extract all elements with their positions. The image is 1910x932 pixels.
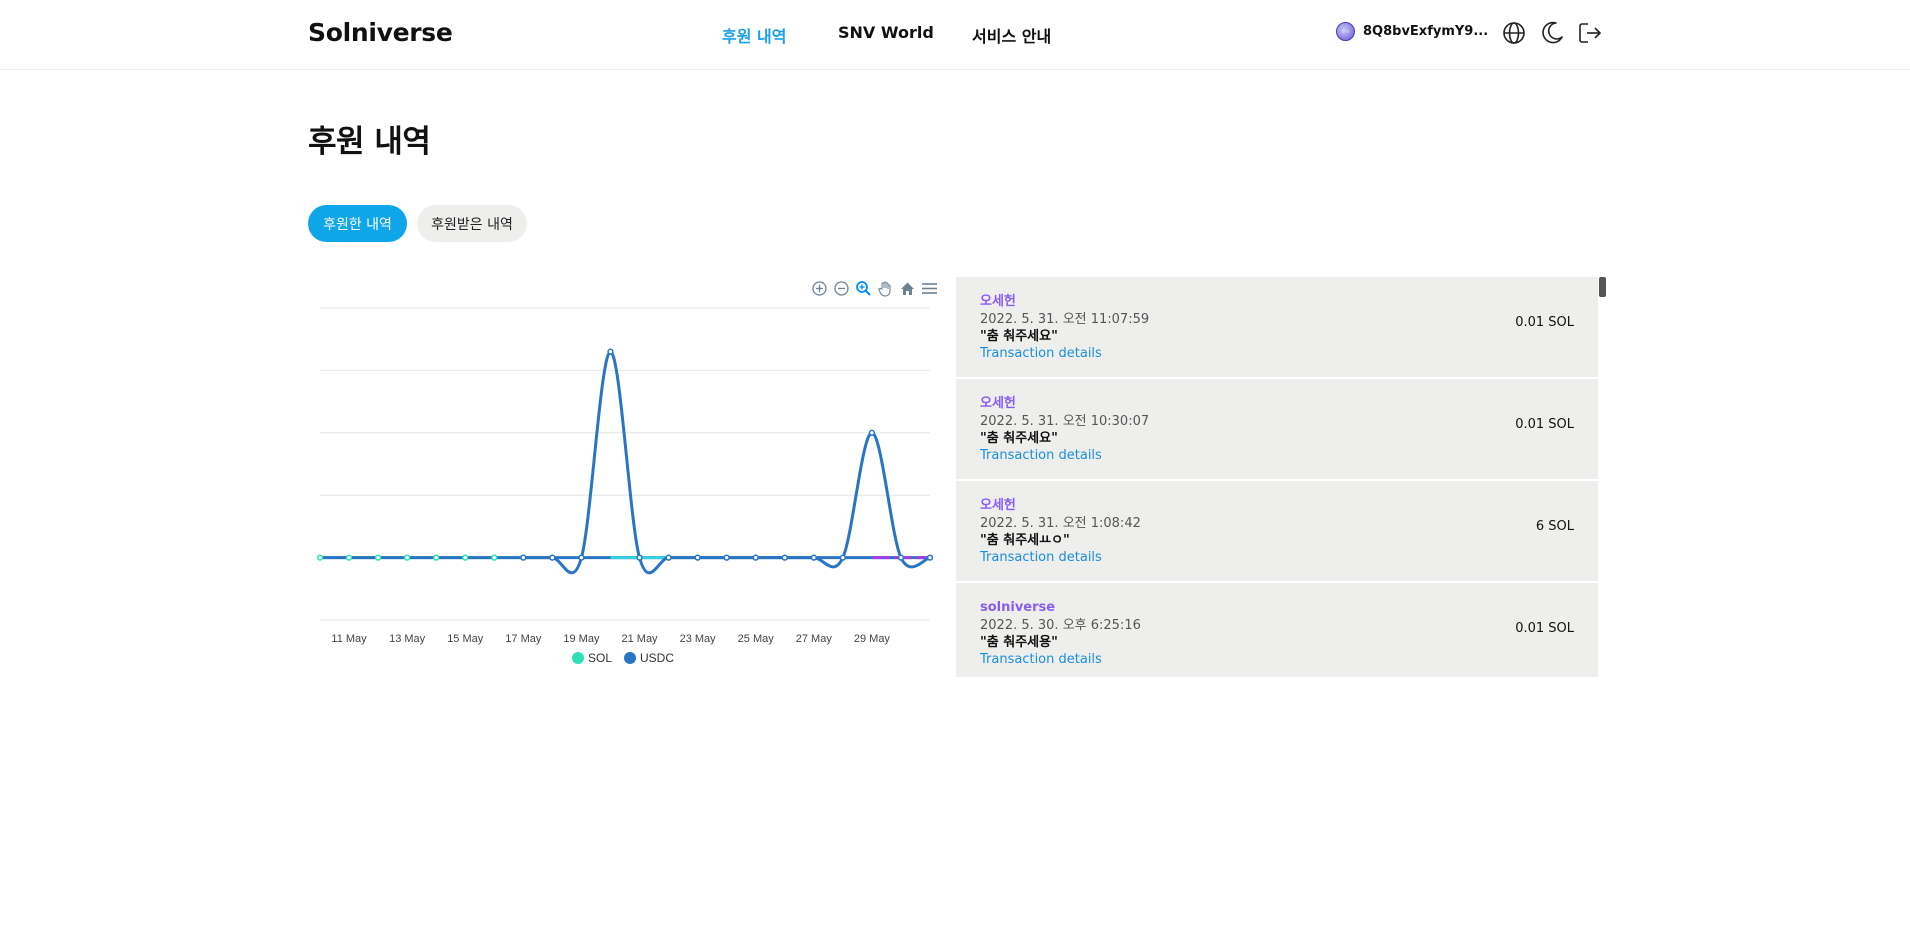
donation-date: 2022. 5. 31. 오전 11:07:59 [980, 312, 1150, 327]
data-point [723, 554, 730, 561]
transaction-details-link[interactable]: Transaction details [980, 345, 1574, 362]
legend-item-usdc[interactable]: USDC [624, 651, 674, 665]
donation-list: 오세헌 2022. 5. 31. 오전 11:07:59 "춤 춰주세요" Tr… [956, 277, 1598, 677]
data-point [665, 554, 672, 561]
legend-item-sol[interactable]: SOL [571, 651, 612, 665]
x-tick-label: 27 May [796, 633, 833, 645]
transaction-details-link[interactable]: Transaction details [980, 549, 1574, 566]
legend-label-sol: SOL [587, 651, 612, 665]
donor-name: solniverse [980, 600, 1056, 615]
data-point [433, 554, 440, 561]
nav-snv-world[interactable]: SNV World [838, 23, 934, 42]
donation-chart: 11 May 13 May 15 May 17 May 19 May 21 May 23 M… [308, 272, 938, 672]
data-point [810, 554, 817, 561]
tab-received-donations[interactable]: 후원받은 내역 [417, 205, 527, 242]
list-scrollbar[interactable] [1599, 277, 1606, 297]
data-point [374, 554, 382, 561]
data-point [926, 554, 934, 561]
data-point [781, 554, 788, 561]
wallet-avatar-icon: ◦◦ [1336, 22, 1355, 41]
data-point [897, 554, 905, 561]
data-point [491, 554, 498, 561]
moon-icon[interactable] [1538, 19, 1566, 47]
x-tick-label: 13 May [389, 633, 426, 645]
x-tick-label: 15 May [447, 633, 484, 645]
series-line-usdc [320, 350, 931, 575]
legend-label-usdc: USDC [640, 651, 675, 665]
x-tick-label: 29 May [854, 633, 891, 645]
donation-amount: 0.01 SOL [1515, 621, 1574, 636]
top-header: Solniverse 후원 내역 SNV World 서비스 안내 ◦◦ 8Q8… [0, 0, 1910, 70]
donation-message: "춤 춰주세용" [980, 635, 1058, 650]
list-item: 오세헌 2022. 5. 31. 오전 10:30:07 "춤 춰주세요" Tr… [956, 379, 1598, 481]
data-point [520, 554, 527, 561]
data-point [462, 554, 469, 561]
donation-message: "춤 춰주세요" [980, 431, 1058, 446]
donation-date: 2022. 5. 31. 오전 1:08:42 [980, 516, 1141, 531]
x-tick-label: 11 May [331, 633, 367, 645]
donation-message: "춤 춰주세요" [980, 329, 1058, 344]
logo[interactable]: Solniverse [308, 18, 453, 47]
legend-swatch-sol [571, 652, 584, 664]
donation-date: 2022. 5. 31. 오전 10:30:07 [980, 414, 1150, 429]
data-point [549, 554, 556, 561]
globe-icon[interactable] [1500, 19, 1528, 47]
list-item: 오세헌 2022. 5. 31. 오전 11:07:59 "춤 춰주세요" Tr… [956, 277, 1598, 379]
nav-service-info[interactable]: 서비스 안내 [972, 23, 1051, 47]
data-point [694, 554, 701, 561]
data-point [752, 554, 759, 561]
x-tick-label: 23 May [680, 633, 717, 645]
x-tick-label: 21 May [621, 633, 658, 645]
list-item: 오세헌 2022. 5. 31. 오전 1:08:42 "춤 춰주세ㅛㅇ" Tr… [956, 481, 1598, 583]
data-point [316, 554, 324, 561]
transaction-details-link[interactable]: Transaction details [980, 447, 1574, 464]
legend-swatch-usdc [624, 652, 636, 664]
donor-name: 오세헌 [980, 498, 1016, 513]
data-point [868, 429, 876, 436]
chart-legend: SOL USDC [308, 651, 938, 665]
page-title: 후원 내역 [308, 124, 431, 160]
donation-amount: 0.01 SOL [1515, 315, 1574, 330]
donation-amount: 6 SOL [1535, 519, 1574, 534]
donor-name: 오세헌 [980, 294, 1016, 309]
wallet-button[interactable]: ◦◦ 8Q8bvExfymY9... [1336, 22, 1488, 41]
data-point [636, 554, 643, 561]
donation-amount: 0.01 SOL [1515, 417, 1574, 432]
donor-name: 오세헌 [980, 396, 1016, 411]
x-tick-label: 19 May [563, 633, 600, 645]
line-chart-svg: 11 May 13 May 15 May 17 May 19 May 21 May 23 M… [316, 307, 934, 645]
data-point [607, 348, 614, 355]
wallet-address: 8Q8bvExfymY9... [1363, 24, 1489, 39]
data-point [403, 554, 411, 561]
logout-icon[interactable] [1576, 19, 1604, 47]
donation-date: 2022. 5. 30. 오후 6:25:16 [980, 618, 1141, 633]
donation-message: "춤 춰주세ㅛㅇ" [980, 533, 1070, 548]
x-tick-label: 17 May [505, 633, 542, 645]
data-point [345, 554, 353, 561]
data-point [578, 554, 585, 561]
x-tick-label: 25 May [738, 633, 775, 645]
tab-sent-donations[interactable]: 후원한 내역 [308, 205, 407, 242]
data-point [839, 554, 847, 561]
nav-donation-history[interactable]: 후원 내역 [722, 23, 786, 47]
transaction-details-link[interactable]: Transaction details [980, 651, 1574, 668]
list-item: solniverse 2022. 5. 30. 오후 6:25:16 "춤 춰주… [956, 583, 1598, 677]
